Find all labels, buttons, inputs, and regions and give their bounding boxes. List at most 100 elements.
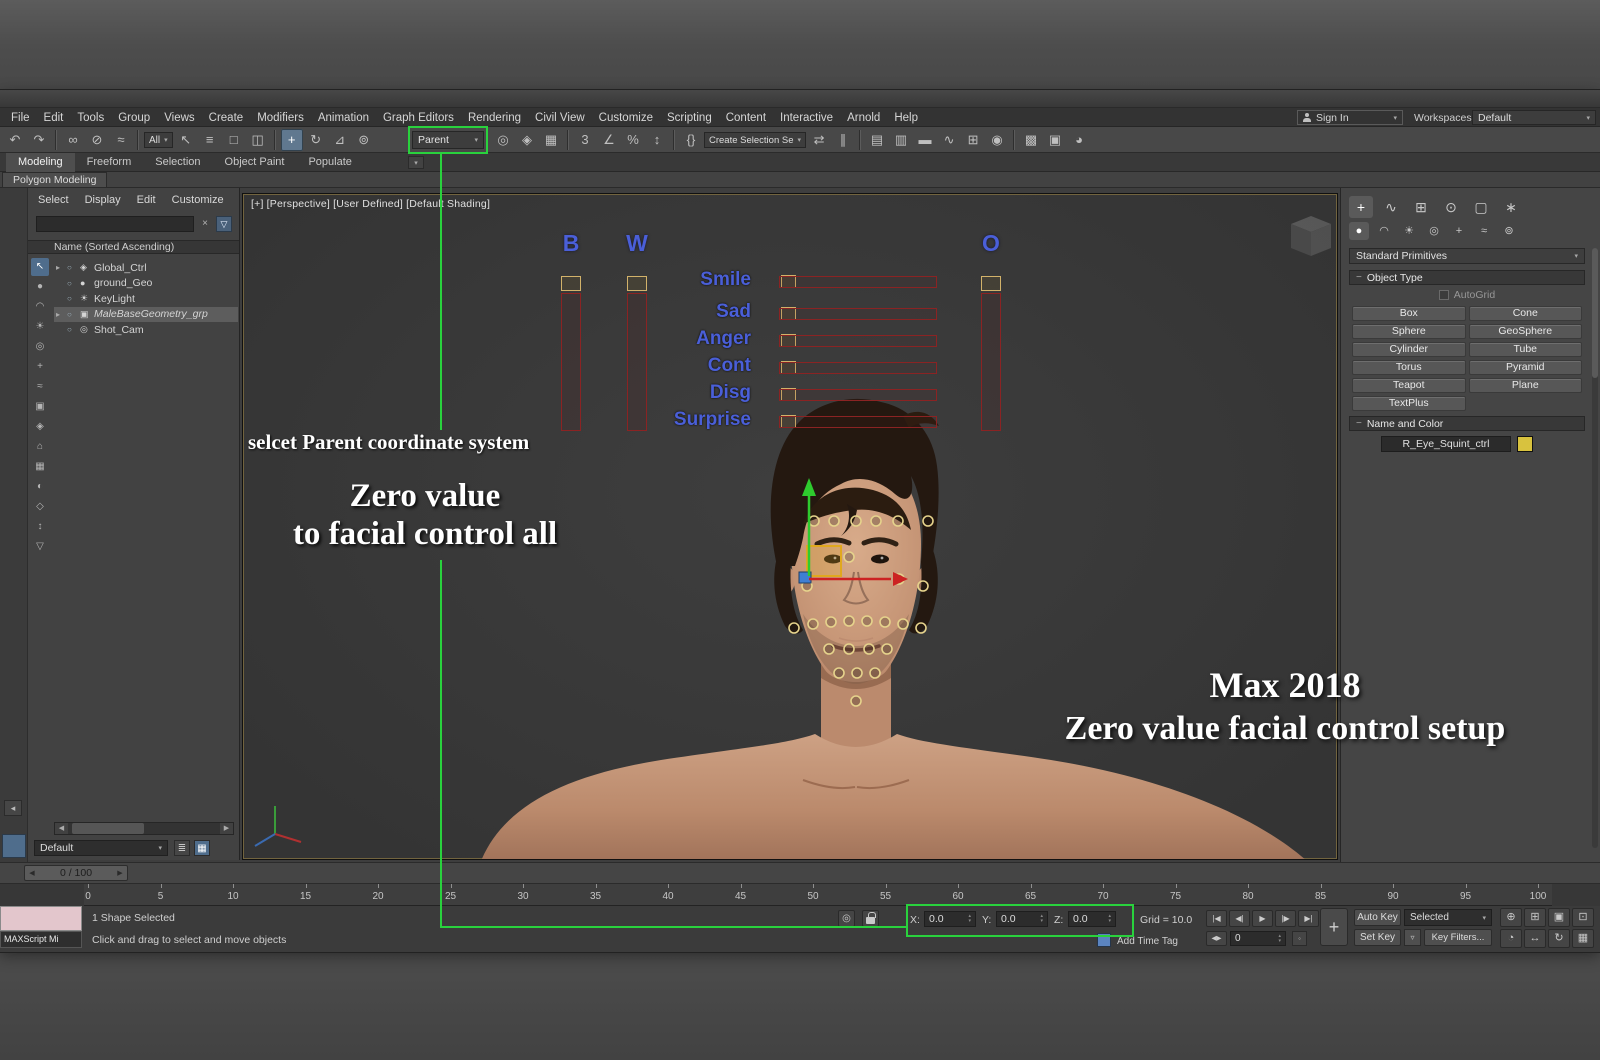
scene-item-global_ctrl[interactable]: ▸ ○ ◈ Global_Ctrl (54, 260, 238, 276)
add-time-tag-label[interactable]: Add Time Tag (1117, 936, 1178, 947)
textplus-button[interactable]: TextPlus (1352, 396, 1466, 411)
visibility-icon[interactable]: ○ (67, 310, 77, 319)
create-tab-icon[interactable]: + (1349, 196, 1373, 218)
zoom-region-icon[interactable]: ⊡ (1572, 908, 1594, 927)
display-materials-icon[interactable]: ◐ (31, 478, 49, 496)
display-spacewarps-icon[interactable]: ≈ (31, 378, 49, 396)
explorer-column-header[interactable]: Name (Sorted Ascending) (28, 240, 239, 254)
time-slider[interactable]: ◀ 0 / 100 ▶ (24, 865, 128, 881)
facial-slider-track-smile[interactable] (779, 276, 937, 288)
explorer-search-input[interactable] (36, 216, 194, 232)
scene-item-keylight[interactable]: ○ ☀ KeyLight (54, 291, 238, 307)
utilities-tab-icon[interactable]: ∗ (1499, 196, 1523, 218)
scene-explorer-config-icon[interactable]: ▦ (194, 840, 210, 856)
menu-scripting[interactable]: Scripting (660, 112, 719, 124)
menu-rendering[interactable]: Rendering (461, 112, 528, 124)
menu-civil-view[interactable]: Civil View (528, 112, 592, 124)
rendered-frame-window-icon[interactable]: ▣ (1044, 129, 1066, 151)
spinner-down-icon[interactable]: ▾ (1108, 919, 1111, 924)
display-tab-icon[interactable]: ▢ (1469, 196, 1493, 218)
systems-category-icon[interactable]: ⊚ (1499, 222, 1519, 240)
shapes-category-icon[interactable]: ◠ (1374, 222, 1394, 240)
layer-manager-icon[interactable]: ≣ (174, 840, 190, 856)
geometry-category-icon[interactable]: ● (1349, 222, 1369, 240)
zoom-icon[interactable]: ⊕ (1500, 908, 1522, 927)
motion-tab-icon[interactable]: ⊙ (1439, 196, 1463, 218)
visibility-icon[interactable]: ○ (67, 325, 77, 334)
key-mode-icon[interactable]: ◦ (1292, 931, 1307, 946)
facial-vslider-handle-o[interactable] (981, 276, 1001, 291)
maxscript-mini-listener[interactable] (0, 906, 82, 931)
zoom-all-icon[interactable]: ⊞ (1524, 908, 1546, 927)
auto-key-button[interactable]: Auto Key (1354, 909, 1401, 926)
scene-item-ground_geo[interactable]: ○ ● ground_Geo (54, 276, 238, 292)
current-frame-field[interactable]: 0 ▴ ▾ (1230, 931, 1286, 946)
menu-group[interactable]: Group (111, 112, 157, 124)
command-panel-scrollbar[interactable] (1592, 248, 1598, 848)
cylinder-button[interactable]: Cylinder (1352, 342, 1466, 357)
select-and-scale-icon[interactable]: ⊿ (329, 129, 351, 151)
name-and-color-rollout[interactable]: − Name and Color (1349, 416, 1585, 431)
scroll-right-icon[interactable]: ▶ (220, 823, 233, 834)
display-shapes-icon[interactable]: ◠ (31, 298, 49, 316)
ribbon-minimize-toggle[interactable]: ▾ (408, 156, 424, 169)
ribbon-tab-selection[interactable]: Selection (143, 153, 212, 172)
mirror-icon[interactable]: ⇄ (808, 129, 830, 151)
facial-slider-track-cont[interactable] (779, 362, 937, 374)
facial-slider-track-surprise[interactable] (779, 416, 937, 428)
zoom-extents-icon[interactable]: ▣ (1548, 908, 1570, 927)
named-selection-sets-dropdown[interactable]: Create Selection Se ▾ (704, 132, 807, 148)
key-filters-button[interactable]: Key Filters... (1424, 929, 1492, 946)
display-groups-icon[interactable]: ▣ (31, 398, 49, 416)
menu-file[interactable]: File (4, 112, 37, 124)
facial-slider-track-disg[interactable] (779, 389, 937, 401)
ribbon-tab-object-paint[interactable]: Object Paint (213, 153, 297, 172)
ribbon-tab-populate[interactable]: Populate (296, 153, 363, 172)
toggle-ribbon-icon[interactable]: ▬ (914, 129, 936, 151)
go-to-end-button[interactable]: ▶| (1298, 910, 1319, 927)
schematic-view-icon[interactable]: ⊞ (962, 129, 984, 151)
object-type-rollout[interactable]: − Object Type (1349, 270, 1585, 285)
unlink-selection-icon[interactable]: ⊘ (86, 129, 108, 151)
facial-slider-track-anger[interactable] (779, 335, 937, 347)
explorer-select-icon[interactable]: ↖ (31, 258, 49, 276)
ribbon-tab-freeform[interactable]: Freeform (75, 153, 144, 172)
selection-filter-dropdown[interactable]: All ▾ (144, 132, 173, 148)
autogrid-checkbox[interactable] (1438, 290, 1449, 300)
geosphere-button[interactable]: GeoSphere (1468, 324, 1582, 339)
undo-icon[interactable]: ↶ (4, 129, 26, 151)
menu-animation[interactable]: Animation (311, 112, 376, 124)
explorer-menu-customize[interactable]: Customize (172, 194, 224, 206)
play-button[interactable]: ▶ (1252, 910, 1273, 927)
primitive-category-dropdown[interactable]: Standard Primitives ▾ (1349, 248, 1585, 264)
pan-icon[interactable]: ↔ (1524, 929, 1546, 948)
use-pivot-point-icon[interactable]: ◎ (492, 129, 514, 151)
viewport-label[interactable]: [+] [Perspective] [User Defined] [Defaul… (251, 198, 490, 210)
title-bar[interactable]: MaleBase.max - Autodesk 3ds Max 2018 ─ □… (0, 90, 1600, 195)
expand-arrow-icon[interactable]: ▸ (56, 310, 64, 319)
toggle-scene-explorer-icon[interactable]: ▤ (866, 129, 888, 151)
render-setup-icon[interactable]: ▩ (1020, 129, 1042, 151)
workspace-dropdown[interactable]: Default ▾ (1472, 110, 1596, 125)
frame-step-buttons[interactable]: ◀▶ (1206, 931, 1227, 946)
menu-tools[interactable]: Tools (70, 112, 111, 124)
menu-views[interactable]: Views (157, 112, 201, 124)
display-geometry-icon[interactable]: ● (31, 278, 49, 296)
set-key-button[interactable]: Set Key (1354, 929, 1401, 946)
search-clear-icon[interactable]: × (198, 216, 212, 232)
display-cameras-icon[interactable]: ◎ (31, 338, 49, 356)
menu-graph-editors[interactable]: Graph Editors (376, 112, 461, 124)
render-production-icon[interactable]: ◕ (1068, 129, 1090, 151)
maximize-viewport-toggle-icon[interactable]: ▦ (1572, 929, 1594, 948)
visibility-icon[interactable]: ○ (67, 279, 77, 288)
isolate-selection-toggle[interactable]: ◎ (838, 910, 855, 927)
visibility-icon[interactable]: ○ (67, 294, 77, 303)
scroll-left-icon[interactable]: ◀ (55, 823, 68, 834)
spinner-down-icon[interactable]: ▾ (1040, 919, 1043, 924)
maxscript-mini-title[interactable]: MAXScript Mi (0, 931, 82, 948)
expand-arrow-icon[interactable]: ▸ (56, 263, 64, 272)
display-bones-icon[interactable]: ⌂ (31, 438, 49, 456)
sort-icon[interactable]: ↕ (31, 518, 49, 536)
pyramid-button[interactable]: Pyramid (1468, 360, 1582, 375)
explorer-menu-select[interactable]: Select (38, 194, 69, 206)
